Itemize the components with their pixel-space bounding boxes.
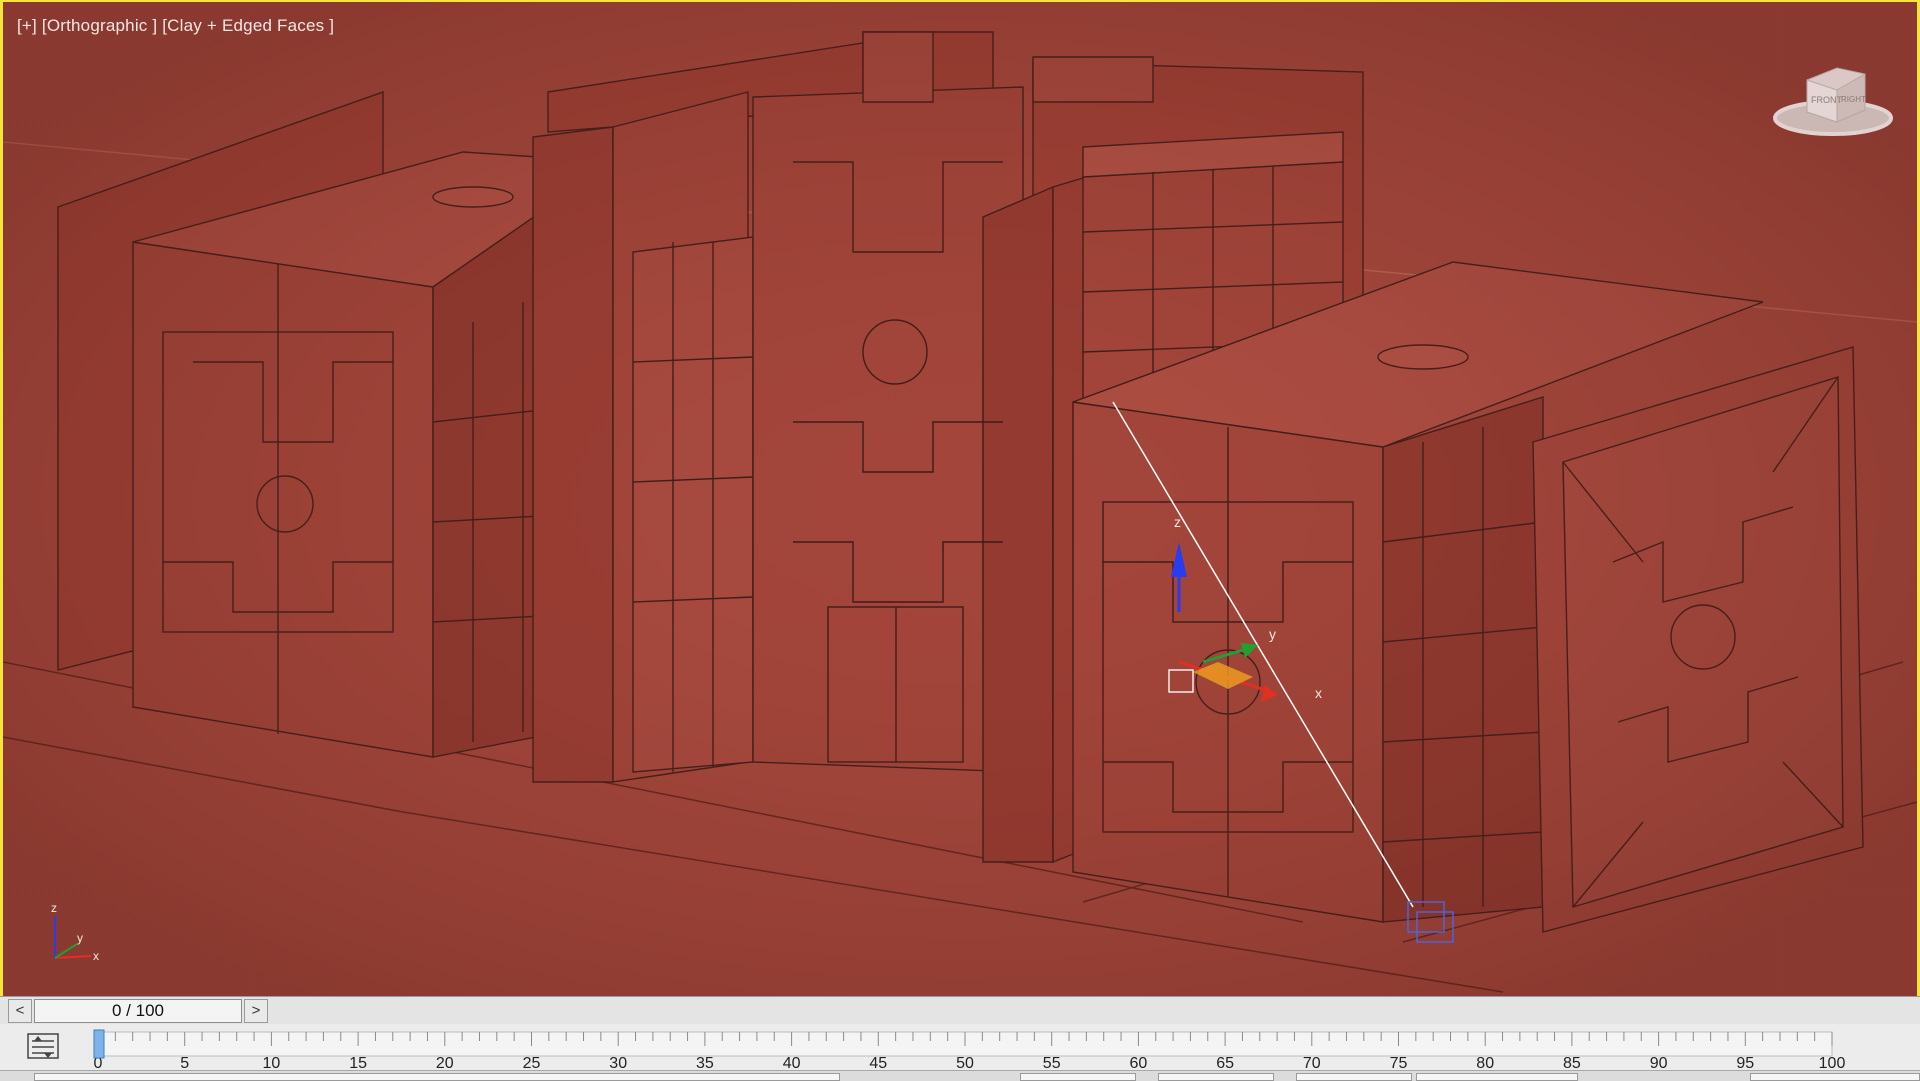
curve-editor-icon — [27, 1033, 59, 1059]
axis-tripod-icon: z y x — [51, 901, 99, 963]
trackbar-tick-label: 80 — [1476, 1055, 1494, 1070]
tripod-z-label: z — [51, 901, 57, 915]
trackbar-tick-label: 10 — [263, 1055, 281, 1070]
trackbar-tick-label: 45 — [869, 1055, 887, 1070]
gizmo-x-label: x — [1315, 685, 1322, 701]
viewport-orthographic[interactable]: [+] [Orthographic ] [Clay + Edged Faces … — [0, 0, 1920, 1000]
trackbar-tick-label: 40 — [783, 1055, 801, 1070]
trackbar-tick-label: 85 — [1563, 1055, 1581, 1070]
trackbar-row: 0 5 10 15 20 25 30 35 40 45 50 55 60 65 70 75 80 85 90 95 10… — [0, 1024, 1920, 1070]
viewcube-icon: FRONT RIGHT — [1773, 67, 1893, 136]
trackbar-tick-label: 75 — [1390, 1055, 1408, 1070]
viewcube[interactable]: FRONT RIGHT — [1767, 60, 1907, 150]
trackbar-tick-label: 60 — [1130, 1055, 1148, 1070]
trackbar-tick-label: 90 — [1650, 1055, 1668, 1070]
trackbar-tick-label: 15 — [349, 1055, 367, 1070]
time-slider[interactable]: 0 / 100 — [34, 999, 242, 1023]
viewcube-right-label: RIGHT — [1841, 95, 1866, 104]
scene-render[interactable] — [3, 2, 1917, 998]
gizmo-z-label: z — [1174, 514, 1181, 530]
viewcube-front-label: FRONT — [1811, 95, 1842, 105]
trackbar-tick-label: 95 — [1736, 1055, 1754, 1070]
curve-editor-toggle-button[interactable] — [26, 1032, 62, 1062]
trackbar-tick-label: 100 — [1819, 1055, 1846, 1070]
bottom-status-strip — [0, 1070, 1920, 1081]
prev-frame-button[interactable]: < — [8, 999, 32, 1023]
trackbar-tick-label: 35 — [696, 1055, 714, 1070]
axis-tripod: z y x — [41, 898, 111, 968]
gizmo-y-label: y — [1269, 626, 1276, 642]
trackbar-tick-label: 25 — [523, 1055, 541, 1070]
trackbar-tick-label: 50 — [956, 1055, 974, 1070]
trackbar[interactable]: 0 5 10 15 20 25 30 35 40 45 50 55 60 65 70 75 80 85 90 95 10… — [90, 1024, 1920, 1070]
trackbar-tick-label: 70 — [1303, 1055, 1321, 1070]
time-slider-row: < 0 / 100 > — [0, 996, 1920, 1025]
trackbar-tick-label: 65 — [1216, 1055, 1234, 1070]
trackbar-tick-label: 20 — [436, 1055, 454, 1070]
tripod-y-label: y — [77, 931, 83, 945]
current-frame-marker[interactable] — [93, 1029, 105, 1059]
trackbar-tick-label: 5 — [180, 1055, 189, 1070]
next-frame-button[interactable]: > — [244, 999, 268, 1023]
trackbar-tick-label: 30 — [609, 1055, 627, 1070]
trackbar-tick-label: 55 — [1043, 1055, 1061, 1070]
tripod-x-label: x — [93, 949, 99, 963]
viewport-label[interactable]: [+] [Orthographic ] [Clay + Edged Faces … — [17, 16, 334, 36]
